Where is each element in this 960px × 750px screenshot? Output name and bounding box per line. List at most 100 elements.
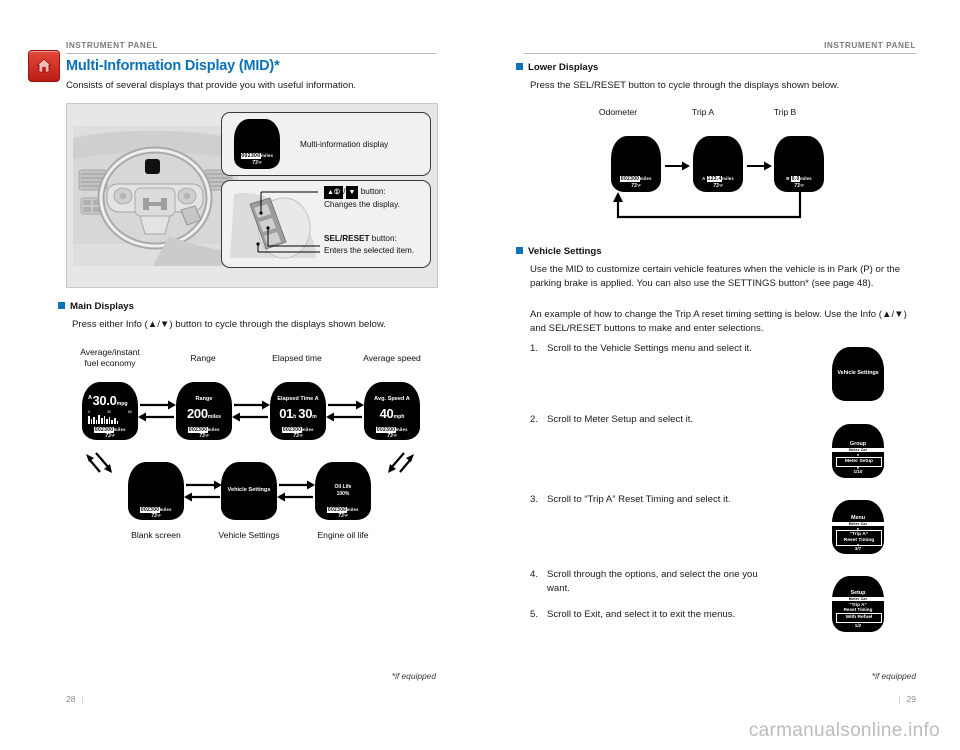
thumb-vehicle-settings: Vehicle Settings xyxy=(832,347,884,401)
right-page: INSTRUMENT PANEL Lower Displays Press th… xyxy=(480,0,960,712)
step-4: 4. Scroll through the options, and selec… xyxy=(530,568,780,597)
vehicle-settings-label: Vehicle Settings xyxy=(227,487,271,493)
arrow-trip-a-to-trip-b xyxy=(747,161,772,171)
thumb4-selected: With Refuel xyxy=(836,613,882,623)
elapsed-hours: 01 xyxy=(279,406,294,421)
lower-odometer-unit: miles xyxy=(639,176,652,181)
folio-left-number: 28 xyxy=(66,694,76,704)
mid-screen-figure: 002300miles 73°F xyxy=(234,119,280,169)
home-icon[interactable] xyxy=(28,50,60,82)
callout2-line1-label: button: xyxy=(360,187,386,196)
step-3: 3. Scroll to “Trip A” Reset Timing and s… xyxy=(530,493,820,507)
oil-life-value: 100% xyxy=(336,491,350,497)
fuel-bar-graph xyxy=(88,415,119,424)
caption-vehicle-settings: Vehicle Settings xyxy=(218,530,280,540)
callout2-line1-desc: Changes the display. xyxy=(324,200,400,209)
caption-average-speed: Average speed xyxy=(363,353,421,363)
main-displays-instruction: Press either Info (▲/▼) button to cycle … xyxy=(72,319,386,330)
steering-wheel-illustration xyxy=(73,126,238,266)
left-page: INSTRUMENT PANEL Multi-Information Displ… xyxy=(0,0,480,712)
mid-screen-average-speed: Avg. Speed A 40mph 002300miles 73°F xyxy=(364,382,420,440)
callout-steering-buttons: ▲① / ▼ button: Changes the display. SEL/RE… xyxy=(221,180,431,268)
trip-a-unit: miles xyxy=(722,176,734,181)
fuel-trip-letter: A xyxy=(88,395,93,401)
lower-displays-instruction: Press the SEL/RESET button to cycle thro… xyxy=(530,80,840,91)
arrows-top-row xyxy=(138,400,176,422)
thumb4-header: Setup xyxy=(850,590,866,596)
fuel-axis-mid: 30 xyxy=(107,410,111,414)
step-4-number: 4. xyxy=(530,569,539,580)
page-lede: Consists of several displays that provid… xyxy=(66,80,357,91)
mid-screen-engine-oil-life: Oil Life 100% 002300miles 73°F xyxy=(315,462,371,520)
elapsed-minutes-unit: m xyxy=(312,414,317,420)
trip-b-value: 0.0 xyxy=(791,176,801,182)
fuel-odometer-unit: miles xyxy=(113,427,126,432)
elapsed-temp-unit: °F xyxy=(298,433,303,438)
arrows-bottom-row-2 xyxy=(277,480,315,502)
thumb-meter-setup: Group Meter Car ● Meter Setup ● 1/10 xyxy=(832,424,884,478)
mid-figure-odometer: 002300 xyxy=(240,153,261,159)
footnote-right: *if equipped xyxy=(871,671,916,681)
arrows-wrap-right xyxy=(388,452,414,473)
trip-b-prefix: B xyxy=(786,176,790,181)
oil-life-label: Oil Life xyxy=(334,484,352,490)
thumb4-line3: Reset Timing xyxy=(843,607,873,612)
range-label: Range xyxy=(195,396,213,402)
info-up-button-icon: ▲① xyxy=(324,186,344,199)
range-unit: miles xyxy=(207,414,222,420)
fuel-value: 30.0 xyxy=(92,393,117,408)
mid-screen-avg-instant-fuel-economy: A 30.0mpg 0 30 60 002300miles 73°F xyxy=(82,382,138,440)
oil-odometer-unit: miles xyxy=(346,507,359,512)
thumb4-page: 1/2 xyxy=(854,623,862,628)
fuel-axis-min: 0 xyxy=(88,410,90,414)
caption-odometer: Odometer xyxy=(598,107,638,117)
fuel-temp-unit: °F xyxy=(110,433,115,438)
elapsed-hours-unit: h xyxy=(293,414,297,420)
blank-odometer-unit: miles xyxy=(159,507,172,512)
mid-figure-panel: 002300miles 73°F Multi-information displ… xyxy=(66,103,438,288)
caption-trip-b: Trip B xyxy=(773,107,797,117)
step-4-text: Scroll through the options, and select t… xyxy=(547,569,758,595)
callout2-line2-label: SEL/RESET xyxy=(324,234,370,243)
site-watermark: carmanualsonline.info xyxy=(0,712,960,750)
step-2: 2. Scroll to Meter Setup and select it. xyxy=(530,413,820,427)
thumb3-page: 3/7 xyxy=(854,546,862,551)
switch-detail-illustration xyxy=(228,186,320,262)
arrows-bottom-row-1 xyxy=(184,480,222,502)
step-2-number: 2. xyxy=(530,414,539,425)
callout-multi-information-display: 002300miles 73°F Multi-information displ… xyxy=(221,112,431,176)
avgspeed-value: 40 xyxy=(379,406,394,421)
fuel-axis-max: 60 xyxy=(128,410,132,414)
step-5: 5. Scroll to Exit, and select it to exit… xyxy=(530,608,820,622)
thumb-trip-a-reset-timing: Menu Meter Car ● “Trip A” Reset Timing ●… xyxy=(832,500,884,554)
step-1-number: 1. xyxy=(530,343,539,354)
lower-odometer-value: 002300 xyxy=(620,176,640,182)
thumb3-header: Menu xyxy=(850,515,866,521)
oil-temp-unit: °F xyxy=(343,513,348,518)
section-bullet-icon xyxy=(516,63,523,70)
avgspeed-unit: mph xyxy=(393,414,405,420)
mid-screen-elapsed-time: Elapsed Time A 01h 30m 002300miles 73°F xyxy=(270,382,326,440)
folio-right-number: 29 xyxy=(906,694,916,704)
caption-engine-oil-life: Engine oil life xyxy=(317,530,369,540)
thumb2-header: Group xyxy=(849,441,867,447)
caption-trip-a: Trip A xyxy=(691,107,715,117)
elapsed-label: Elapsed Time A xyxy=(277,396,319,402)
range-temp-unit: °F xyxy=(204,433,209,438)
step-1: 1. Scroll to the Vehicle Settings menu a… xyxy=(530,342,820,356)
arrow-odometer-to-trip-a xyxy=(665,161,690,171)
range-value: 200 xyxy=(186,406,208,421)
footnote-left: *if equipped xyxy=(391,671,436,681)
avgspeed-label: Avg. Speed A xyxy=(374,396,410,402)
lower-displays-heading: Lower Displays xyxy=(516,62,598,73)
info-down-button-icon: ▼ xyxy=(345,186,359,199)
step-5-text: Scroll to Exit, and select it to exit th… xyxy=(547,609,736,620)
elapsed-odometer-unit: miles xyxy=(301,427,314,432)
arrows-top-row-2 xyxy=(232,400,270,422)
mid-screen-blank: 002300miles 73°F xyxy=(128,462,184,520)
main-displays-heading: Main Displays xyxy=(58,301,134,312)
elapsed-minutes: 30 xyxy=(298,406,313,421)
caption-range: Range xyxy=(190,353,216,363)
step-2-text: Scroll to Meter Setup and select it. xyxy=(547,414,694,425)
vehicle-settings-para1: Use the MID to customize certain vehicle… xyxy=(530,264,901,290)
